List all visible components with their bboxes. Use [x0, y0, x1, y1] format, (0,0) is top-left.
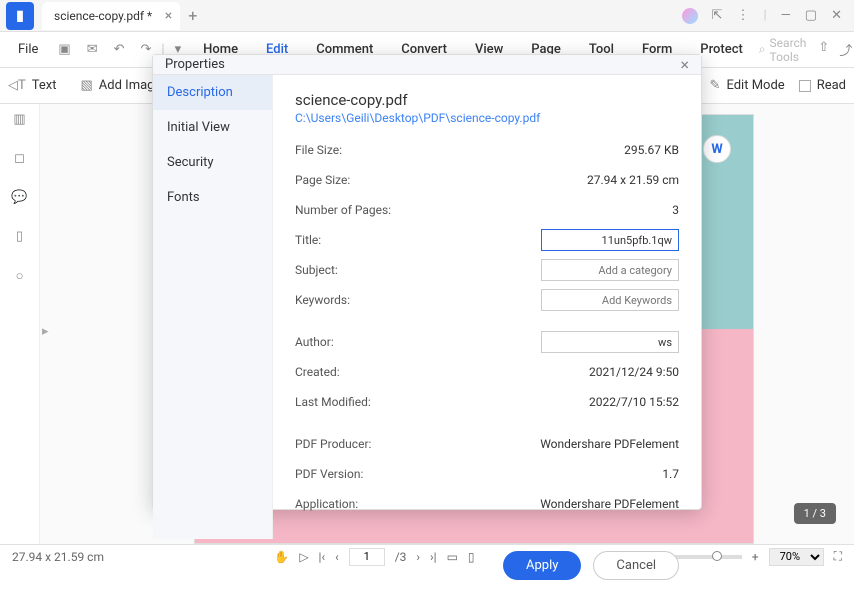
- add-tab-button[interactable]: +: [188, 6, 197, 25]
- sidebar-security[interactable]: Security: [153, 145, 272, 180]
- file-path[interactable]: C:\Users\Geili\Desktop\PDF\science-copy.…: [295, 111, 679, 125]
- dialog-footer: Apply Cancel: [153, 539, 701, 592]
- zoom-in-icon[interactable]: +: [752, 550, 759, 564]
- edit-mode-toggle[interactable]: ✎ Edit Mode: [710, 78, 785, 93]
- share-icon[interactable]: ⇱: [712, 8, 723, 23]
- zoom-slider-handle[interactable]: [712, 551, 722, 561]
- tab-title: science-copy.pdf *: [54, 9, 152, 23]
- dialog-header: Properties ×: [153, 55, 701, 75]
- status-page-size: 27.94 x 21.59 cm: [12, 550, 104, 564]
- panel-expand-icon[interactable]: ▸: [42, 324, 49, 339]
- cloud-share-icon[interactable]: ⤴: [839, 40, 852, 59]
- file-size-label: File Size:: [295, 143, 342, 157]
- cancel-button[interactable]: Cancel: [593, 551, 679, 580]
- page-indicator-badge: 1 / 3: [794, 503, 836, 524]
- pencil-icon: ✎: [710, 78, 721, 93]
- producer-value: Wondershare PDFelement: [540, 437, 679, 451]
- sidebar-initial-view[interactable]: Initial View: [153, 110, 272, 145]
- left-sidebar: ▥ ◻ 💬 ▯ ○: [0, 104, 40, 544]
- minimize-icon[interactable]: —: [781, 8, 791, 23]
- bookmark-icon[interactable]: ◻: [14, 151, 25, 166]
- application-value: Wondershare PDFelement: [540, 497, 679, 511]
- image-icon: ▧: [81, 78, 93, 93]
- file-name: science-copy.pdf: [295, 91, 679, 109]
- subject-input[interactable]: [541, 259, 679, 281]
- attachment-icon[interactable]: ▯: [16, 229, 23, 244]
- text-icon: ◁T: [8, 78, 26, 93]
- version-label: PDF Version:: [295, 467, 363, 481]
- subject-label: Subject:: [295, 263, 338, 277]
- search-tools[interactable]: ⌕ Search Tools: [759, 36, 807, 64]
- save-icon[interactable]: ▣: [52, 42, 76, 57]
- dialog-content: science-copy.pdf C:\Users\Geili\Desktop\…: [273, 75, 701, 539]
- title-bar: ▮ science-copy.pdf * × + ⇱ ⋮ | — ▢ ✕: [0, 0, 854, 32]
- page-size-label: Page Size:: [295, 173, 350, 187]
- file-size-value: 295.67 KB: [624, 143, 679, 157]
- dialog-sidebar: Description Initial View Security Fonts: [153, 75, 273, 539]
- zoom-select[interactable]: 70%: [769, 548, 824, 566]
- title-input[interactable]: [541, 229, 679, 251]
- thumbnail-icon[interactable]: ▥: [13, 112, 25, 127]
- app-icon: ▮: [6, 2, 34, 30]
- mail-icon[interactable]: ✉: [81, 42, 104, 57]
- close-tab-icon[interactable]: ×: [165, 8, 172, 24]
- document-tab[interactable]: science-copy.pdf * ×: [42, 2, 180, 30]
- cloud-up-icon[interactable]: ⇧: [818, 40, 829, 59]
- dialog-title: Properties: [165, 57, 225, 72]
- num-pages-label: Number of Pages:: [295, 203, 391, 217]
- search-panel-icon[interactable]: ○: [16, 268, 24, 284]
- keywords-label: Keywords:: [295, 293, 350, 307]
- page-size-value: 27.94 x 21.59 cm: [587, 173, 679, 187]
- read-checkbox[interactable]: Read: [799, 78, 846, 93]
- account-icon[interactable]: [682, 8, 698, 24]
- comment-panel-icon[interactable]: 💬: [11, 190, 27, 205]
- apply-button[interactable]: Apply: [503, 551, 581, 580]
- created-value: 2021/12/24 9:50: [589, 365, 679, 379]
- application-label: Application:: [295, 497, 358, 511]
- sidebar-description[interactable]: Description: [153, 75, 272, 110]
- modified-value: 2022/7/10 15:52: [589, 395, 679, 409]
- close-window-icon[interactable]: ✕: [831, 8, 842, 23]
- search-icon: ⌕: [759, 42, 766, 57]
- keywords-input[interactable]: [541, 289, 679, 311]
- checkbox-icon: [799, 80, 811, 92]
- undo-icon[interactable]: ↶: [108, 42, 131, 57]
- fullscreen-icon[interactable]: ⛶: [834, 549, 842, 564]
- word-export-icon[interactable]: W: [703, 135, 731, 163]
- created-label: Created:: [295, 365, 340, 379]
- author-label: Author:: [295, 335, 334, 349]
- title-label: Title:: [295, 233, 321, 247]
- sidebar-fonts[interactable]: Fonts: [153, 180, 272, 215]
- add-image-tool[interactable]: ▧ Add Image: [81, 78, 162, 93]
- version-value: 1.7: [662, 467, 679, 481]
- more-icon[interactable]: ⋮: [736, 8, 749, 23]
- producer-label: PDF Producer:: [295, 437, 371, 451]
- modified-label: Last Modified:: [295, 395, 371, 409]
- num-pages-value: 3: [672, 203, 679, 217]
- text-tool[interactable]: ◁T T Text Text: [8, 78, 57, 93]
- properties-dialog: Properties × Description Initial View Se…: [152, 54, 702, 510]
- file-menu[interactable]: File: [8, 42, 48, 57]
- author-input[interactable]: [541, 331, 679, 353]
- dialog-close-icon[interactable]: ×: [680, 55, 689, 74]
- maximize-icon[interactable]: ▢: [805, 8, 817, 23]
